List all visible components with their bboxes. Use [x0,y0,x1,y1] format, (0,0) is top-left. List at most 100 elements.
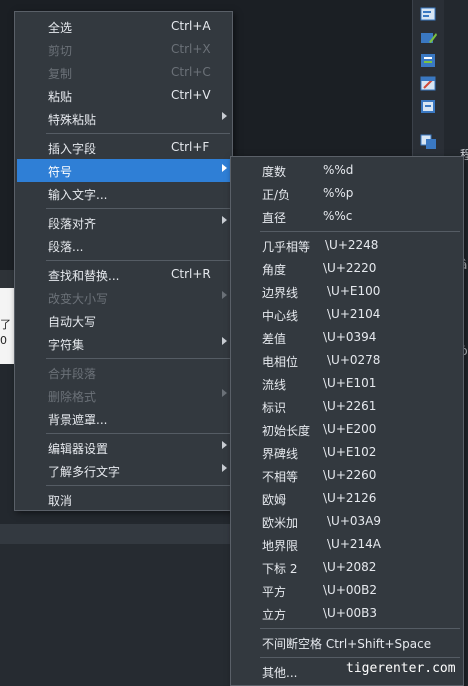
symbol-label: 标识 [262,401,287,415]
menu-item-change-case: 改变大小写 [15,286,232,309]
symbol-item-cubed[interactable]: 立方 \U+00B3 [231,602,463,625]
symbol-label: 角度 [262,263,287,277]
symbol-item-flow-line[interactable]: 流线 \U+E101 [231,372,463,395]
symbol-item-ohm[interactable]: 欧姆 \U+2126 [231,487,463,510]
menu-item-label: 符号 [48,165,73,179]
symbol-code: \U+2260 [323,468,377,482]
symbol-code: \U+2082 [323,560,377,574]
menu-item-label: 合并段落 [48,367,97,381]
symbol-item-boundary-line[interactable]: 边界线 \U+E100 [231,280,463,303]
symbol-item-nonbreaking-space[interactable]: 不间断空格 Ctrl+Shift+Space [231,631,463,654]
symbol-code: \U+00B2 [323,583,378,597]
justify-text-icon[interactable] [420,99,438,115]
menu-separator [46,358,230,359]
symbol-item-plus-minus[interactable]: 正/负 %%p [231,182,463,205]
menu-item-remove-formatting: 删除格式 [15,384,232,407]
symbol-label: 正/负 [262,188,291,202]
menu-item-shortcut: Ctrl+F [171,140,210,154]
symbol-label: 初始长度 [262,424,311,438]
symbol-item-monument-line[interactable]: 界碑线 \U+E102 [231,441,463,464]
menu-item-label: 剪切 [48,44,73,58]
symbol-item-initial-length[interactable]: 初始长度 \U+E200 [231,418,463,441]
symbol-item-property-line[interactable]: 地界限 \U+214A [231,533,463,556]
symbol-code: %%d [323,163,354,177]
menu-item-label: 段落对齐 [48,217,97,231]
menu-item-paragraph-align[interactable]: 段落对齐 [15,211,232,234]
menu-item-select-all[interactable]: 全选 Ctrl+A [15,15,232,38]
symbol-item-squared[interactable]: 平方 \U+00B2 [231,579,463,602]
symbol-label: 边界线 [262,286,299,300]
symbol-code: \U+2261 [323,399,377,413]
symbol-label: 流线 [262,378,287,392]
text-editor-box[interactable]: 了 0 [0,288,15,364]
symbol-code: \U+03A9 [327,514,381,528]
symbol-item-center-line[interactable]: 中心线 \U+2104 [231,303,463,326]
symbol-label: 其他... [262,666,298,680]
menu-item-paragraph[interactable]: 段落... [15,234,232,257]
menu-item-autocaps[interactable]: 自动大写 [15,309,232,332]
symbol-code: \U+214A [327,537,381,551]
menu-separator [46,485,230,486]
menu-item-import-text[interactable]: 输入文字... [15,182,232,205]
symbol-item-angle[interactable]: 角度 \U+2220 [231,257,463,280]
scale-text-icon[interactable] [420,76,438,92]
symbol-code: \U+00B3 [323,606,378,620]
menu-item-shortcut: Ctrl+A [171,19,211,33]
symbol-label: 几乎相等 [262,240,311,254]
menu-item-paste[interactable]: 粘贴 Ctrl+V [15,84,232,107]
symbol-item-degree[interactable]: 度数 %%d [231,159,463,182]
menu-item-paste-special[interactable]: 特殊粘贴 [15,107,232,130]
symbol-label: 界碑线 [262,447,299,461]
symbol-item-omega[interactable]: 欧米加 \U+03A9 [231,510,463,533]
status-area [0,544,235,686]
submenu-arrow-icon [222,112,227,120]
menu-item-label: 复制 [48,67,73,81]
symbol-label: 地界限 [262,539,299,553]
submenu-arrow-icon [222,216,227,224]
menu-item-combine-paragraphs: 合并段落 [15,361,232,384]
watermark: tigerenter.com [346,661,456,676]
symbol-item-electrical-phase[interactable]: 电相位 \U+0278 [231,349,463,372]
menu-item-cancel[interactable]: 取消 [15,488,232,511]
copy-objects-icon[interactable] [420,134,438,150]
menu-item-editor-settings[interactable]: 编辑器设置 [15,436,232,459]
symbol-item-not-equal[interactable]: 不相等 \U+2260 [231,464,463,487]
menu-item-label: 字符集 [48,338,85,352]
submenu-arrow-icon [222,389,227,397]
menu-item-find-replace[interactable]: 查找和替换... Ctrl+R [15,263,232,286]
menu-item-character-set[interactable]: 字符集 [15,332,232,355]
menu-separator [260,231,460,232]
menu-item-label: 编辑器设置 [48,442,109,456]
symbol-code: \U+2126 [323,491,377,505]
text-style-icon[interactable] [420,53,438,69]
symbol-label: 下标 2 [262,562,298,576]
symbol-code: %%p [323,186,354,200]
menu-item-shortcut: Ctrl+V [171,88,211,102]
edit-attribute-icon[interactable] [420,30,438,46]
symbol-label: 平方 [262,585,287,599]
editor-text: 了 [0,318,11,331]
symbol-label: 中心线 [262,309,299,323]
multiline-text-icon[interactable] [420,7,438,23]
menu-item-background-mask[interactable]: 背景遮罩... [15,407,232,430]
menu-item-shortcut: Ctrl+R [171,267,211,281]
symbol-item-diameter[interactable]: 直径 %%c [231,205,463,228]
menu-item-label: 特殊粘贴 [48,113,97,127]
symbol-item-almost-equal[interactable]: 几乎相等 \U+2248 [231,234,463,257]
symbol-code: \U+2248 [325,238,379,252]
symbol-item-delta[interactable]: 差值 \U+0394 [231,326,463,349]
submenu-arrow-icon [222,464,227,472]
symbol-item-subscript-2[interactable]: 下标 2 \U+2082 [231,556,463,579]
symbol-code: \U+0278 [327,353,381,367]
menu-item-symbol[interactable]: 符号 [17,159,232,182]
symbol-code: \U+0394 [323,330,377,344]
symbol-item-identity[interactable]: 标识 \U+2261 [231,395,463,418]
menu-item-label: 查找和替换... [48,269,120,283]
symbol-label: 不间断空格 Ctrl+Shift+Space [262,637,432,651]
right-toolbar [412,0,445,160]
symbol-code: %%c [323,209,353,223]
menu-item-label: 插入字段 [48,142,97,156]
menu-item-insert-field[interactable]: 插入字段 Ctrl+F [15,136,232,159]
menu-item-label: 输入文字... [48,188,108,202]
menu-item-learn-mtext[interactable]: 了解多行文字 [15,459,232,482]
